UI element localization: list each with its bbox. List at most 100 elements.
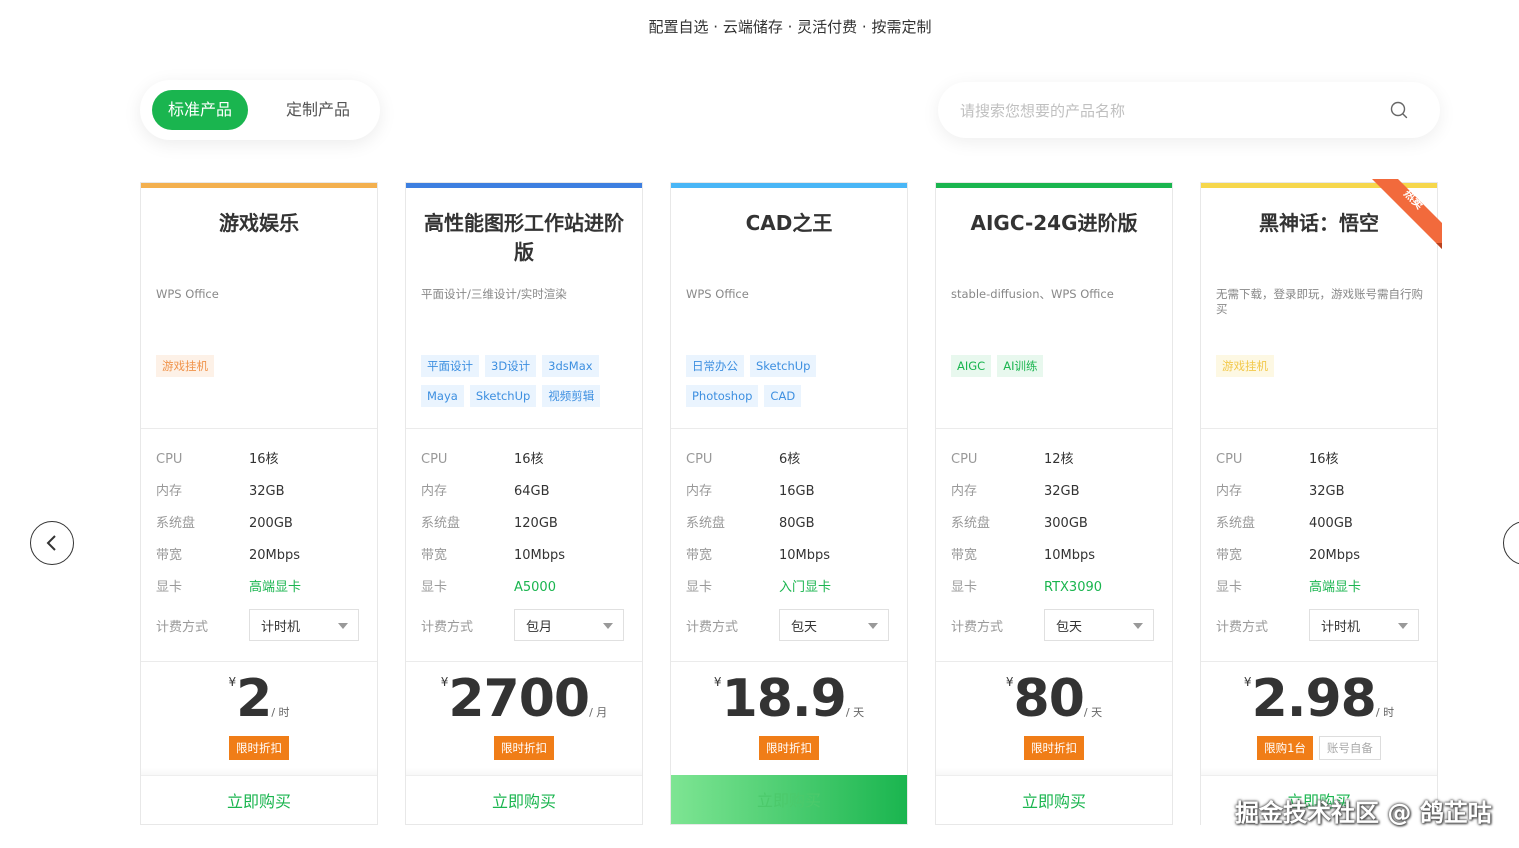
spec-bandwidth: 带宽 10Mbps	[951, 548, 1096, 563]
spec-cpu: CPU 6核	[686, 452, 801, 467]
tab-custom-products[interactable]: 定制产品	[268, 90, 368, 130]
spec-disk: 系统盘 300GB	[951, 516, 1088, 531]
tag: AIGC	[951, 355, 992, 377]
buy-now-button[interactable]: 立即购买	[141, 775, 377, 824]
card-description: stable-diffusion、WPS Office	[951, 287, 1114, 301]
card-accent-bar	[671, 183, 907, 188]
card-badges: 限时折扣	[936, 736, 1172, 760]
spec-gpu: 显卡 A5000	[421, 580, 556, 595]
product-card: AIGC-24G进阶版 stable-diffusion、WPS Office …	[935, 182, 1173, 825]
spec-bandwidth: 带宽 10Mbps	[686, 548, 831, 563]
card-tags: 游戏挂机	[1216, 355, 1428, 385]
buy-now-button[interactable]: 立即购买	[406, 775, 642, 824]
spec-gpu: 显卡 入门显卡	[686, 580, 832, 595]
product-type-tabs: 标准产品 定制产品	[140, 80, 380, 140]
billing-select[interactable]: 包天	[779, 609, 889, 641]
billing-label: 计费方式	[156, 620, 209, 635]
tag: Photoshop	[686, 385, 759, 407]
card-tags: 平面设计 3D设计 3dsMax Maya SketchUp 视频剪辑	[421, 355, 633, 415]
card-badges: 限时折扣	[141, 736, 377, 760]
card-description: WPS Office	[686, 287, 749, 301]
tag: 3D设计	[485, 355, 537, 377]
tag: SketchUp	[469, 385, 537, 407]
carousel-prev-button[interactable]	[30, 521, 74, 565]
spec-memory: 内存 64GB	[421, 484, 550, 499]
chevron-down-icon	[868, 623, 878, 629]
discount-badge: 限时折扣	[229, 736, 289, 760]
card-tags: AIGC AI训练	[951, 355, 1163, 385]
card-description: 无需下载，登录即玩，游戏账号需自行购买	[1216, 287, 1423, 316]
card-description: 平面设计/三维设计/实时渲染	[421, 287, 567, 301]
spec-gpu: 显卡 RTX3090	[951, 580, 1103, 595]
card-tags: 日常办公 SketchUp Photoshop CAD	[686, 355, 898, 415]
spec-disk: 系统盘 120GB	[421, 516, 558, 531]
card-badges: 限时折扣	[671, 736, 907, 760]
tag: SketchUp	[750, 355, 817, 377]
chevron-down-icon	[1398, 623, 1408, 629]
tag: 视频剪辑	[542, 385, 601, 407]
purchase-limit-badge: 限购1台	[1257, 736, 1313, 760]
card-description: WPS Office	[156, 287, 219, 301]
billing-label: 计费方式	[1216, 620, 1269, 635]
billing-select[interactable]: 计时机	[249, 609, 359, 641]
card-accent-bar	[1201, 183, 1437, 188]
tag: AI训练	[997, 355, 1044, 377]
card-accent-bar	[406, 183, 642, 188]
card-title: CAD之王	[745, 211, 833, 235]
spec-disk: 系统盘 400GB	[1216, 516, 1353, 531]
spec-cpu: CPU 16核	[1216, 452, 1339, 467]
tag: Maya	[421, 385, 464, 407]
card-accent-bar	[141, 183, 377, 188]
spec-gpu: 显卡 高端显卡	[1216, 580, 1362, 595]
search-bar	[938, 82, 1440, 138]
spec-bandwidth: 带宽 10Mbps	[421, 548, 566, 563]
chevron-down-icon	[1133, 623, 1143, 629]
card-price: ¥80/ 天	[1005, 669, 1103, 729]
billing-select[interactable]: 包月	[514, 609, 624, 641]
page-subtitle: 配置自选 · 云端储存 · 灵活付费 · 按需定制	[648, 18, 932, 36]
buy-now-button[interactable]: 立即购买	[936, 775, 1172, 824]
card-title: AIGC-24G进阶版	[970, 211, 1138, 235]
card-price: ¥2/ 时	[228, 669, 290, 729]
spec-bandwidth: 带宽 20Mbps	[1216, 548, 1361, 563]
search-icon[interactable]	[1390, 101, 1408, 119]
tag: 3dsMax	[542, 355, 599, 377]
card-price: ¥18.9/ 天	[713, 669, 865, 729]
card-badges: 限购1台 账号自备	[1201, 736, 1437, 760]
discount-badge: 限时折扣	[759, 736, 819, 760]
card-price: ¥2700/ 月	[440, 669, 608, 729]
tag: 游戏挂机	[1216, 355, 1274, 377]
card-price: ¥2.98/ 时	[1243, 669, 1395, 729]
watermark: 掘金技术社区 @ 鸽芷咕	[1235, 799, 1492, 827]
search-input[interactable]	[958, 96, 1362, 126]
card-tags: 游戏挂机	[156, 355, 368, 385]
card-badges: 限时折扣	[406, 736, 642, 760]
chevron-down-icon	[603, 623, 613, 629]
billing-label: 计费方式	[421, 620, 474, 635]
spec-cpu: CPU 16核	[156, 452, 279, 467]
spec-gpu: 显卡 高端显卡	[156, 580, 302, 595]
product-card: CAD之王 WPS Office 日常办公 SketchUp Photoshop CA…	[670, 182, 908, 825]
billing-select[interactable]: 计时机	[1309, 609, 1419, 641]
billing-select[interactable]: 包天	[1044, 609, 1154, 641]
spec-disk: 系统盘 200GB	[156, 516, 293, 531]
chevron-down-icon	[338, 623, 348, 629]
tab-standard-products[interactable]: 标准产品	[152, 90, 248, 130]
tag: 日常办公	[686, 355, 744, 377]
spec-memory: 内存 32GB	[1216, 484, 1345, 499]
carousel-next-button[interactable]	[1503, 521, 1519, 565]
spec-memory: 内存 32GB	[951, 484, 1080, 499]
tag: CAD	[764, 385, 802, 407]
card-accent-bar	[936, 183, 1172, 188]
chevron-left-icon	[46, 535, 56, 551]
spec-disk: 系统盘 80GB	[686, 516, 815, 531]
product-card: 游戏娱乐 WPS Office 游戏挂机 CPU 16核 内存 32GB 系统盘 20…	[140, 182, 378, 825]
own-account-badge: 账号自备	[1318, 736, 1381, 760]
buy-now-button[interactable]: 立即购买	[671, 775, 907, 824]
spec-cpu: CPU 12核	[951, 452, 1074, 467]
billing-label: 计费方式	[686, 620, 739, 635]
spec-memory: 内存 16GB	[686, 484, 815, 499]
card-title: 黑神话：悟空	[1259, 211, 1379, 235]
discount-badge: 限时折扣	[494, 736, 554, 760]
discount-badge: 限时折扣	[1024, 736, 1084, 760]
